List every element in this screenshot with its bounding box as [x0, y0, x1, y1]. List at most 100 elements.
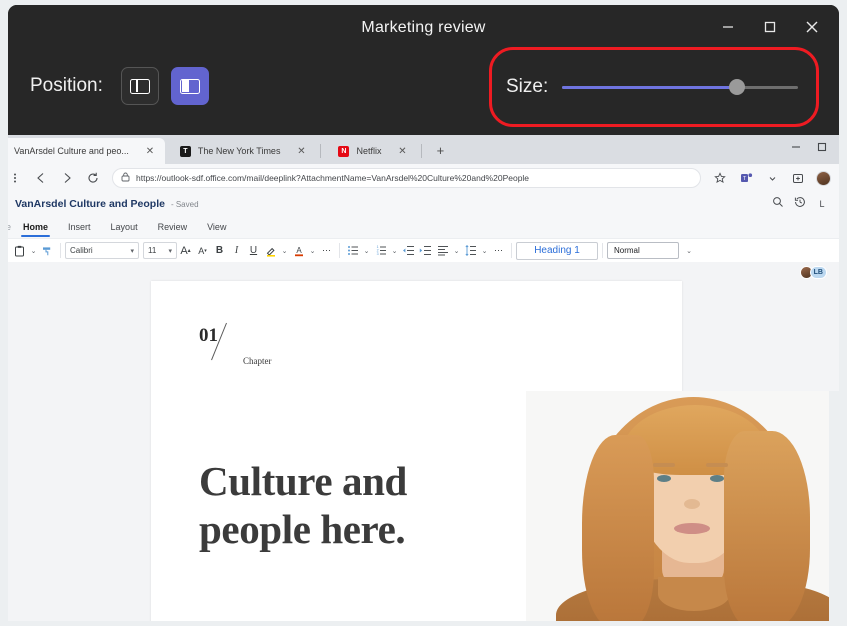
presenter-lips [674, 523, 710, 534]
presenter-eye-left [657, 475, 671, 482]
presenter-hair-left [582, 435, 654, 621]
chevron-down-icon[interactable]: ⌄ [361, 247, 372, 255]
presenter-eyebrow-right [706, 463, 728, 467]
tab-label: Netflix [356, 146, 381, 156]
shrink-font-icon[interactable]: A▾ [194, 240, 211, 262]
app-titlebar: Marketing review [8, 5, 839, 51]
ribbon-tab-layout[interactable]: Layout [101, 216, 148, 238]
numbering-icon[interactable]: 123 [372, 240, 389, 262]
close-icon[interactable]: ✕ [395, 146, 409, 157]
paste-icon[interactable] [11, 240, 28, 262]
netflix-icon: N [338, 146, 349, 157]
close-icon[interactable]: ✕ [143, 146, 157, 157]
chevron-down-icon[interactable]: ⌄ [451, 247, 462, 255]
format-painter-icon[interactable] [39, 240, 56, 262]
style-normal-select[interactable]: Normal [607, 242, 679, 259]
browser-tab-vanarsdel[interactable]: VanArsdel Culture and peo... ✕ [8, 138, 165, 164]
share-label-partial[interactable]: L [811, 199, 833, 209]
size-slider[interactable] [562, 78, 798, 96]
minimize-button[interactable] [707, 9, 749, 45]
close-button[interactable] [791, 9, 833, 45]
search-icon[interactable] [767, 195, 789, 213]
toolbar-separator [60, 243, 61, 258]
addressbar-actions: T [707, 166, 831, 190]
tab-separator [421, 144, 422, 158]
new-tab-button[interactable]: + [431, 143, 449, 158]
more-paragraph-options-icon[interactable]: ⋯ [490, 240, 507, 262]
nyt-icon: T [180, 146, 191, 157]
svg-text:3: 3 [376, 252, 378, 256]
favorite-star-icon[interactable] [707, 166, 733, 190]
ribbon-tab-insert[interactable]: Insert [58, 216, 101, 238]
forward-icon[interactable] [54, 166, 80, 190]
italic-button[interactable]: I [228, 240, 245, 262]
tab-label: The New York Times [198, 146, 281, 156]
lock-icon [121, 169, 130, 187]
position-option-split-left[interactable] [121, 67, 159, 105]
meeting-app-window: Marketing review Position: [8, 5, 839, 621]
font-family-value: Calibri [70, 246, 93, 255]
slider-fill [562, 86, 736, 89]
browser-tab-nyt[interactable]: T The New York Times ✕ [166, 138, 317, 164]
avatar-initials[interactable]: LB [810, 266, 827, 279]
font-size-value: 11 [148, 246, 156, 255]
maximize-button[interactable] [749, 9, 791, 45]
presenter-eye-right [710, 475, 724, 482]
collections-icon[interactable] [785, 166, 811, 190]
chevron-down-icon[interactable]: ⌄ [679, 247, 699, 255]
chevron-down-icon[interactable]: ⌄ [389, 247, 400, 255]
office-header-actions: L [767, 195, 839, 213]
url-text: https://outlook-sdf.office.com/mail/deep… [136, 173, 529, 183]
presenter-eyebrow-left [653, 463, 675, 467]
align-icon[interactable] [434, 240, 451, 262]
chevron-down-icon: ▾ [130, 247, 134, 255]
bold-button[interactable]: B [211, 240, 228, 262]
document-heading[interactable]: Culture and people here. [199, 457, 519, 554]
profile-avatar[interactable] [816, 171, 831, 186]
ribbon-tab-view[interactable]: View [197, 216, 236, 238]
more-font-options-icon[interactable]: ⋯ [318, 240, 335, 262]
browser-tab-netflix[interactable]: N Netflix ✕ [324, 138, 417, 164]
refresh-icon[interactable] [80, 166, 106, 190]
chevron-down-icon[interactable]: ⌄ [28, 247, 39, 255]
chevron-down-icon[interactable]: ⌄ [307, 247, 318, 255]
url-input[interactable]: https://outlook-sdf.office.com/mail/deep… [112, 168, 701, 188]
highlight-color-icon[interactable] [262, 240, 279, 262]
video-right-edge [829, 391, 839, 621]
teams-icon[interactable]: T [733, 166, 759, 190]
slider-thumb[interactable] [729, 79, 745, 95]
toolbar-separator [511, 243, 512, 258]
bullets-icon[interactable] [344, 240, 361, 262]
browser-minimize-button[interactable] [783, 136, 809, 158]
browser-tabstrip: VanArsdel Culture and peo... ✕ T The New… [8, 135, 839, 164]
chevron-down-icon[interactable] [759, 166, 785, 190]
toolbar-separator [339, 243, 340, 258]
increase-indent-icon[interactable] [417, 240, 434, 262]
underline-button[interactable]: U [245, 240, 262, 262]
font-size-select[interactable]: 11 ▾ [143, 242, 177, 259]
position-option-side-panel[interactable] [171, 67, 209, 105]
chevron-down-icon: ▾ [168, 247, 172, 255]
history-icon[interactable] [789, 195, 811, 213]
tab-separator [320, 144, 321, 158]
presenter-hair-right [724, 431, 810, 621]
formatting-toolbar: ⌄ ⌄ Calibri ▾ 11 ▾ A▴ A▾ B I U [8, 238, 839, 262]
app-menu-icon[interactable] [8, 166, 28, 190]
back-icon[interactable] [28, 166, 54, 190]
decrease-indent-icon[interactable] [400, 240, 417, 262]
chevron-down-icon[interactable]: ⌄ [279, 247, 290, 255]
ribbon-tabs: e Home Insert Layout Review View [8, 216, 839, 238]
font-family-select[interactable]: Calibri ▾ [65, 242, 139, 259]
grow-font-icon[interactable]: A▴ [177, 240, 194, 262]
line-spacing-icon[interactable] [462, 240, 479, 262]
presenter-video-overlay[interactable] [526, 391, 839, 621]
ribbon-tab-home[interactable]: Home [13, 216, 58, 238]
font-color-icon[interactable]: A [290, 240, 307, 262]
browser-maximize-button[interactable] [809, 136, 835, 158]
style-heading-1[interactable]: Heading 1 [516, 242, 598, 260]
document-title[interactable]: VanArsdel Culture and People [15, 198, 165, 210]
ribbon-tab-review[interactable]: Review [148, 216, 198, 238]
close-icon[interactable]: ✕ [294, 146, 308, 157]
window-controls [707, 9, 833, 45]
chevron-down-icon[interactable]: ⌄ [479, 247, 490, 255]
